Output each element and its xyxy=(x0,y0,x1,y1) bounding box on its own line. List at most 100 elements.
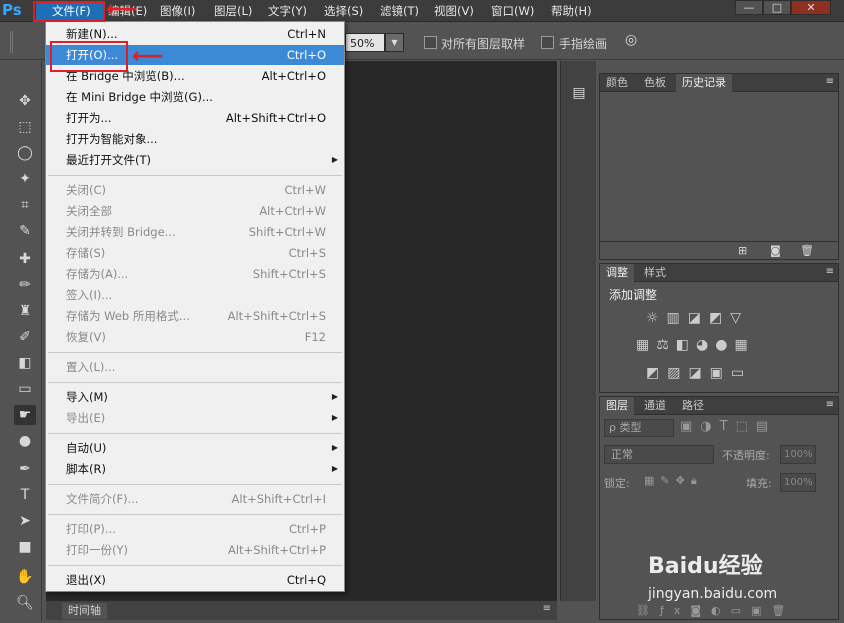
menu-window[interactable]: 窗口(W) xyxy=(491,3,534,20)
adjustment-icons-row-2[interactable]: ▦⚖◧◕●▦ xyxy=(636,337,755,353)
file-menu-item: 存储为(A)... Shift+Ctrl+S xyxy=(46,264,344,284)
menu-layer[interactable]: 图层(L) xyxy=(214,3,252,20)
hand-tool-icon[interactable]: ✋ xyxy=(14,567,36,587)
marquee-tool-icon[interactable]: ⬚ xyxy=(14,117,36,137)
file-menu-item-shortcut: Ctrl+Q xyxy=(286,573,326,587)
menu-select[interactable]: 选择(S) xyxy=(324,3,363,20)
file-menu-item[interactable]: 最近打开文件(T) ▶ xyxy=(46,150,344,170)
eraser-tool-icon[interactable]: ◧ xyxy=(14,353,36,373)
file-menu-item: 打印一份(Y) Alt+Shift+Ctrl+P xyxy=(46,540,344,560)
history-panel-icon[interactable]: ▤ xyxy=(569,85,589,105)
file-menu-item[interactable]: 在 Mini Bridge 中浏览(G)... xyxy=(46,87,344,107)
timeline-panel-bar: 时间轴 ≡ xyxy=(46,600,557,620)
camera-icon[interactable]: ◙ xyxy=(770,244,781,257)
tab-swatches[interactable]: 色板 xyxy=(638,74,672,92)
file-menu-item-label: 签入(I)... xyxy=(66,288,113,302)
smudge-tool-icon[interactable]: ☛ xyxy=(14,405,36,425)
minimize-button[interactable]: — xyxy=(735,0,763,15)
menu-filter[interactable]: 滤镜(T) xyxy=(380,3,419,20)
tab-history[interactable]: 历史记录 xyxy=(676,74,732,92)
file-menu-item[interactable]: 打开为智能对象... xyxy=(46,129,344,149)
toolbox: ✥ ⬚ ◯ ✦ ⌗ ✎ ✚ ✏ ♜ ✐ ◧ ▭ ☛ ● ✒ T ➤ ■ ✋ 🔍︎ xyxy=(8,61,42,621)
file-menu-item: 签入(I)... xyxy=(46,285,344,305)
crop-tool-icon[interactable]: ⌗ xyxy=(14,195,36,215)
close-button[interactable]: ✕ xyxy=(791,0,831,15)
finger-painting-label: 手指绘画 xyxy=(559,37,608,51)
type-tool-icon[interactable]: T xyxy=(14,485,36,505)
opacity-input[interactable]: 100% xyxy=(780,445,816,464)
file-menu-item: 关闭(C) Ctrl+W xyxy=(46,180,344,200)
tab-paths[interactable]: 路径 xyxy=(676,397,710,415)
strength-input[interactable]: 50% xyxy=(345,33,385,52)
file-menu-item-label: 自动(U) xyxy=(66,441,107,455)
submenu-arrow-icon: ▶ xyxy=(331,392,338,401)
maximize-button[interactable]: □ xyxy=(763,0,791,15)
tab-adjustments[interactable]: 调整 xyxy=(600,264,634,282)
file-menu-item-label: 打印一份(Y) xyxy=(66,543,128,557)
file-menu-item[interactable]: 自动(U) ▶ xyxy=(46,438,344,458)
sample-all-layers-checkbox[interactable] xyxy=(424,36,437,49)
move-tool-icon[interactable]: ✥ xyxy=(14,91,36,111)
tab-color[interactable]: 颜色 xyxy=(600,74,634,92)
path-selection-tool-icon[interactable]: ➤ xyxy=(14,511,36,531)
file-menu-item[interactable]: 打开为... Alt+Shift+Ctrl+O xyxy=(46,108,344,128)
opacity-label: 不透明度: xyxy=(722,449,770,462)
dodge-tool-icon[interactable]: ● xyxy=(14,431,36,451)
magic-wand-tool-icon[interactable]: ✦ xyxy=(14,169,36,189)
file-menu-item-shortcut: Alt+Shift+Ctrl+I xyxy=(231,492,326,506)
layer-filter-select[interactable]: ρ 类型 xyxy=(604,419,674,437)
blend-mode-select[interactable]: 正常 xyxy=(604,445,714,464)
tab-channels[interactable]: 通道 xyxy=(638,397,672,415)
file-menu-item-shortcut: Alt+Ctrl+O xyxy=(261,69,326,83)
rectangle-tool-icon[interactable]: ■ xyxy=(14,537,36,557)
watermark-url: jingyan.baidu.com xyxy=(648,586,778,602)
file-menu-item[interactable]: 退出(X) Ctrl+Q xyxy=(46,570,344,590)
menu-type[interactable]: 文字(Y) xyxy=(268,3,307,20)
file-menu-item-label: 打印(P)... xyxy=(66,522,116,536)
file-menu-item[interactable]: 导入(M) ▶ xyxy=(46,387,344,407)
timeline-tab[interactable]: 时间轴 xyxy=(62,603,107,619)
tab-styles[interactable]: 样式 xyxy=(638,264,672,282)
eyedropper-tool-icon[interactable]: ✎ xyxy=(14,221,36,241)
panel-menu-icon[interactable]: ≡ xyxy=(826,76,834,87)
trash-icon[interactable]: 🗑︎ xyxy=(800,244,814,257)
pen-tool-icon[interactable]: ✒ xyxy=(14,459,36,479)
annotation-arrow-open: ⟵ xyxy=(132,44,164,69)
layer-footer-icons[interactable]: ⛓ƒx◙◐▭▣🗑︎ xyxy=(636,604,795,617)
adjustments-title: 添加调整 xyxy=(609,288,658,302)
file-menu-item-label: 存储(S) xyxy=(66,246,106,260)
file-menu-item-label: 打开为智能对象... xyxy=(66,132,158,146)
tab-layers[interactable]: 图层 xyxy=(600,397,634,415)
new-document-icon[interactable]: ⊞ xyxy=(738,244,747,257)
file-menu-item-shortcut: Ctrl+P xyxy=(288,522,326,536)
healing-brush-tool-icon[interactable]: ✚ xyxy=(14,249,36,269)
strength-dropdown-button[interactable]: ▼ xyxy=(385,33,404,52)
brush-tool-icon[interactable]: ✏ xyxy=(14,275,36,295)
lasso-tool-icon[interactable]: ◯ xyxy=(14,143,36,163)
panel-menu-icon[interactable]: ≡ xyxy=(543,603,551,614)
clone-stamp-tool-icon[interactable]: ♜ xyxy=(14,301,36,321)
panel-menu-icon[interactable]: ≡ xyxy=(826,399,834,410)
menu-separator xyxy=(48,514,342,515)
zoom-tool-icon[interactable]: 🔍︎ xyxy=(14,593,36,613)
menu-view[interactable]: 视图(V) xyxy=(434,3,474,20)
file-menu-item-label: 脚本(R) xyxy=(66,462,106,476)
file-menu-item: 恢复(V) F12 xyxy=(46,327,344,347)
menu-image[interactable]: 图像(I) xyxy=(160,3,195,20)
layer-filter-icons[interactable]: ▣◑T⬚▤ xyxy=(680,419,776,434)
menu-separator xyxy=(48,433,342,434)
pressure-icon[interactable]: ◎ xyxy=(625,32,643,50)
fill-label: 填充: xyxy=(746,477,772,490)
gradient-tool-icon[interactable]: ▭ xyxy=(14,379,36,399)
panel-menu-icon[interactable]: ≡ xyxy=(826,266,834,277)
menu-separator xyxy=(48,484,342,485)
menu-help[interactable]: 帮助(H) xyxy=(551,3,592,20)
lock-icons[interactable]: ▦✎✥🔒︎ xyxy=(644,474,703,488)
history-brush-tool-icon[interactable]: ✐ xyxy=(14,327,36,347)
fill-input[interactable]: 100% xyxy=(780,473,816,492)
layers-panel-tabs: 图层 通道 路径 ≡ xyxy=(600,397,838,415)
adjustment-icons-row-3[interactable]: ◩▨◪▣▭ xyxy=(646,365,752,381)
finger-painting-checkbox[interactable] xyxy=(541,36,554,49)
adjustment-icons-row-1[interactable]: ☼▥◪◩▽ xyxy=(646,310,749,326)
file-menu-item[interactable]: 脚本(R) ▶ xyxy=(46,459,344,479)
